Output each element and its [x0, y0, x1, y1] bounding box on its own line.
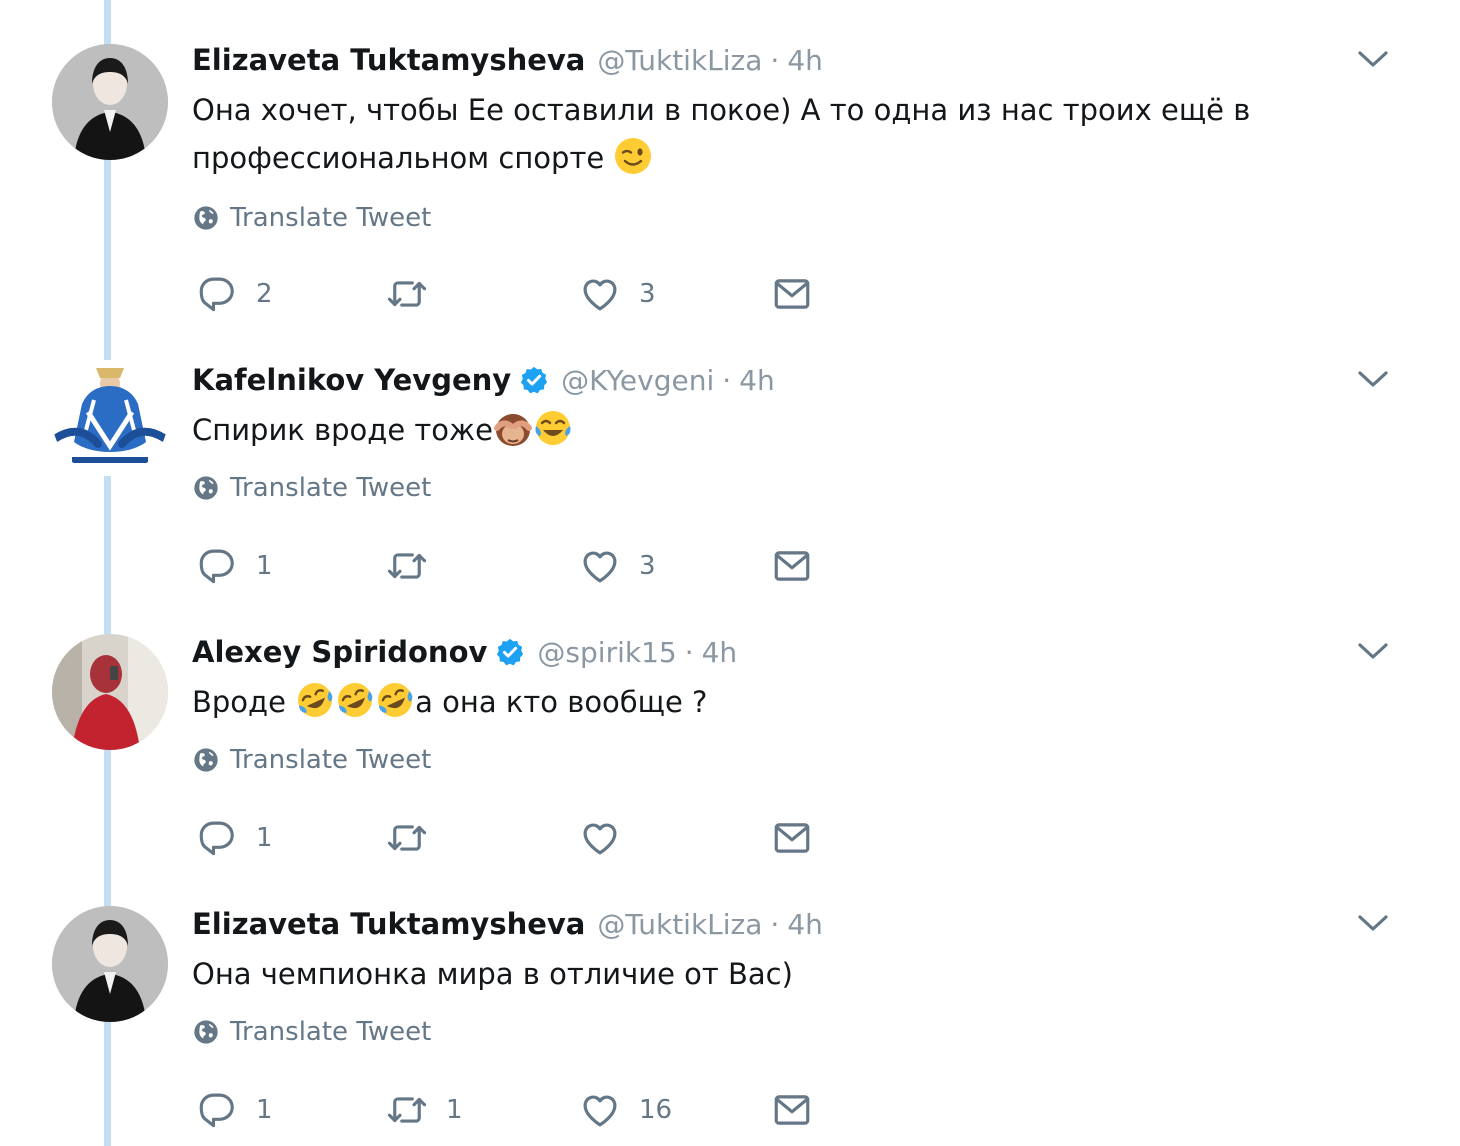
direct-message-button[interactable] [771, 272, 813, 316]
translate-label: Translate Tweet [230, 203, 432, 233]
translate-label: Translate Tweet [230, 473, 432, 503]
reply-count: 1 [256, 1095, 273, 1125]
display-name[interactable]: Elizaveta Tuktamysheva [192, 907, 585, 941]
tweet-text-part: Вроде [192, 685, 296, 719]
like-count: 3 [639, 551, 656, 581]
reply-icon [196, 273, 238, 315]
envelope-icon [771, 545, 813, 587]
display-name[interactable]: Elizaveta Tuktamysheva [192, 43, 585, 77]
user-handle[interactable]: @TuktikLiza [597, 908, 762, 941]
separator-dot: · [770, 43, 780, 77]
envelope-icon [771, 817, 813, 859]
tweet-text: Спирик вроде тоже [192, 406, 1312, 454]
tweet-text: Она чемпионка мира в отличие от Вас) [192, 950, 1312, 998]
retweet-icon [386, 273, 428, 315]
tweet-actions: 1 1 16 [196, 1088, 836, 1132]
display-name[interactable]: Alexey Spiridonov [192, 635, 487, 669]
timestamp[interactable]: 4h [787, 44, 823, 77]
tweet-text: Вроде а она кто вообще ? [192, 678, 1312, 726]
translate-tweet-link[interactable]: Translate Tweet [192, 473, 431, 503]
retweet-count: 1 [446, 1095, 463, 1125]
rolling-on-floor-laughing-emoji-icon [378, 683, 413, 717]
separator-dot: · [684, 635, 694, 669]
like-button[interactable] [579, 816, 639, 860]
retweet-button[interactable]: 1 [386, 1088, 463, 1132]
reply-button[interactable]: 1 [196, 1088, 273, 1132]
chevron-down-icon[interactable] [1356, 912, 1390, 934]
see-no-evil-monkey-emoji-icon [494, 414, 533, 446]
reply-button[interactable]: 1 [196, 544, 273, 588]
tweet-text-part: Она хочет, чтобы Ее оставили в покое) А … [192, 93, 1251, 175]
reply-icon [196, 1089, 238, 1131]
rolling-on-floor-laughing-emoji-icon [338, 683, 373, 717]
user-handle[interactable]: @TuktikLiza [597, 44, 762, 77]
face-with-tears-of-joy-emoji-icon [535, 411, 571, 445]
retweet-button[interactable] [386, 544, 446, 588]
verified-badge-icon [495, 637, 525, 667]
separator-dot: · [722, 363, 732, 397]
like-button[interactable]: 16 [579, 1088, 672, 1132]
direct-message-button[interactable] [771, 1088, 813, 1132]
globe-icon [192, 746, 220, 774]
chevron-down-icon[interactable] [1356, 368, 1390, 390]
timestamp[interactable]: 4h [739, 364, 775, 397]
retweet-icon [386, 1089, 428, 1131]
tweet-text-part: Спирик вроде тоже [192, 413, 494, 447]
tweet-text-part: Она чемпионка мира в отличие от Вас) [192, 957, 793, 991]
envelope-icon [771, 273, 813, 315]
like-button[interactable]: 3 [579, 272, 656, 316]
tweet-actions: 2 3 [196, 272, 836, 316]
reply-count: 1 [256, 823, 273, 853]
timestamp[interactable]: 4h [702, 636, 738, 669]
timestamp[interactable]: 4h [787, 908, 823, 941]
reply-count: 1 [256, 551, 273, 581]
like-count: 3 [639, 279, 656, 309]
reply-count: 2 [256, 279, 273, 309]
rolling-on-floor-laughing-emoji-icon [298, 683, 333, 717]
avatar[interactable] [52, 44, 168, 160]
chevron-down-icon[interactable] [1356, 640, 1390, 662]
heart-icon [579, 545, 621, 587]
retweet-button[interactable] [386, 816, 446, 860]
avatar[interactable] [52, 906, 168, 1022]
retweet-button[interactable] [386, 272, 446, 316]
separator-dot: · [770, 907, 780, 941]
envelope-icon [771, 1089, 813, 1131]
like-button[interactable]: 3 [579, 544, 656, 588]
globe-icon [192, 1018, 220, 1046]
direct-message-button[interactable] [771, 544, 813, 588]
avatar[interactable] [52, 634, 168, 750]
heart-icon [579, 1089, 621, 1131]
retweet-icon [386, 817, 428, 859]
tweet-text-part: а она кто вообще ? [415, 685, 708, 719]
translate-tweet-link[interactable]: Translate Tweet [192, 745, 431, 775]
globe-icon [192, 204, 220, 232]
verified-badge-icon [519, 365, 549, 395]
user-handle[interactable]: @spirik15 [537, 636, 676, 669]
tweet-text: Она хочет, чтобы Ее оставили в покое) А … [192, 86, 1312, 182]
reply-button[interactable]: 2 [196, 272, 273, 316]
like-count: 16 [639, 1095, 673, 1125]
winking-face-emoji-icon [615, 138, 652, 174]
translate-label: Translate Tweet [230, 745, 432, 775]
tweet-actions: 1 3 [196, 544, 836, 588]
translate-tweet-link[interactable]: Translate Tweet [192, 203, 431, 233]
direct-message-button[interactable] [771, 816, 813, 860]
display-name[interactable]: Kafelnikov Yevgeny [192, 363, 511, 397]
reply-icon [196, 817, 238, 859]
chevron-down-icon[interactable] [1356, 48, 1390, 70]
reply-icon [196, 545, 238, 587]
retweet-icon [386, 545, 428, 587]
tweet-actions: 1 [196, 816, 836, 860]
heart-icon [579, 273, 621, 315]
translate-tweet-link[interactable]: Translate Tweet [192, 1017, 431, 1047]
globe-icon [192, 474, 220, 502]
reply-button[interactable]: 1 [196, 816, 273, 860]
translate-label: Translate Tweet [230, 1017, 432, 1047]
user-handle[interactable]: @KYevgeni [561, 364, 714, 397]
heart-icon [579, 817, 621, 859]
avatar[interactable] [52, 360, 168, 476]
